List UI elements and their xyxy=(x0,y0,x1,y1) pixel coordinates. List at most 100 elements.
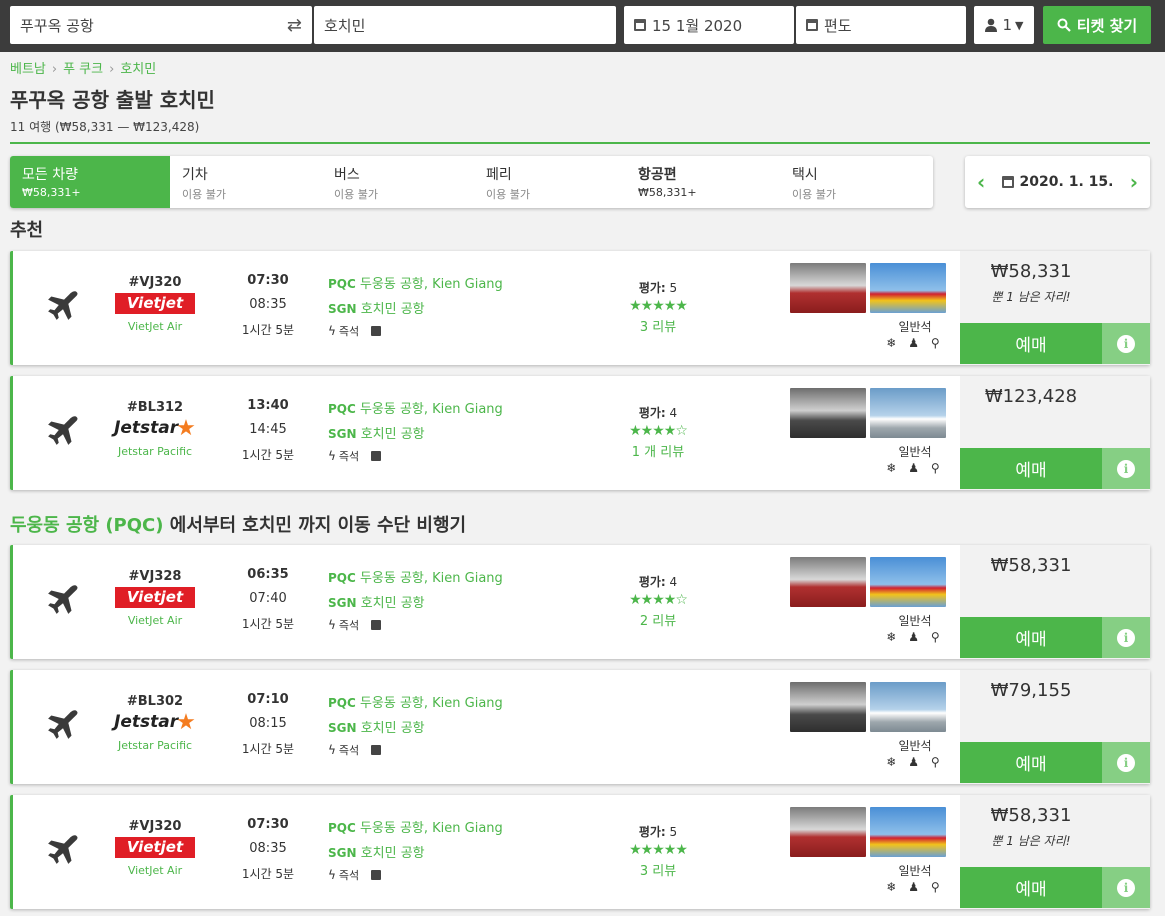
tab-taxi[interactable]: 택시 이용 불가 xyxy=(780,156,933,208)
book-button[interactable]: 예매 xyxy=(960,448,1102,489)
destination-input[interactable]: 호치민 xyxy=(314,6,616,44)
seat-info: 일반석 ❄ ♟ ⚲ xyxy=(875,737,955,769)
origin-row[interactable]: PQC 두웅동 공항, Kien Giang xyxy=(328,398,588,423)
origin-name: 두웅동 공항, Kien Giang xyxy=(359,277,503,292)
find-tickets-label: 티켓 찾기 xyxy=(1076,16,1138,35)
route-info: PQC 두웅동 공항, Kien Giang SGN 호치민 공항 ϟ 즉석 xyxy=(328,273,588,339)
cabin-photo[interactable] xyxy=(790,557,866,607)
tab-flights[interactable]: 항공편 ₩58,331+ xyxy=(626,156,780,208)
carrier-name[interactable]: Jetstar Pacific xyxy=(109,739,201,752)
tab-label: 모든 차량 xyxy=(22,167,78,183)
book-button[interactable]: 예매 xyxy=(960,323,1102,364)
tab-all[interactable]: 모든 차량 ₩58,331+ xyxy=(10,156,170,208)
book-button[interactable]: 예매 xyxy=(960,617,1102,658)
origin-row[interactable]: PQC 두웅동 공항, Kien Giang xyxy=(328,273,588,298)
destination-row[interactable]: SGN 호치민 공항 xyxy=(328,592,588,617)
flight-times: 07:30 08:35 1시간 5분 xyxy=(235,817,301,882)
chevron-right-icon: › xyxy=(109,62,115,77)
swap-icon[interactable]: ⇄ xyxy=(287,15,302,36)
page-title: 푸꾸옥 공항 출발 호치민 xyxy=(10,88,215,112)
flight-card[interactable]: #VJ320 Vietjet Air VietJet Air 07:30 08:… xyxy=(10,795,1150,909)
cabin-photo[interactable] xyxy=(790,807,866,857)
tab-ferry[interactable]: 페리 이용 불가 xyxy=(474,156,626,208)
tab-train[interactable]: 기차 이용 불가 xyxy=(170,156,322,208)
airplane-icon xyxy=(48,291,78,320)
airplane-icon xyxy=(48,835,78,864)
jetstar-logo: Jetstar ★ xyxy=(109,416,201,441)
calendar-icon xyxy=(806,19,818,31)
luggage-icon xyxy=(371,745,382,755)
breadcrumb-item[interactable]: 호치민 xyxy=(120,62,156,77)
aircraft-photo[interactable] xyxy=(870,557,946,607)
luggage-icon xyxy=(371,451,382,461)
destination-row[interactable]: SGN 호치민 공항 xyxy=(328,842,588,867)
carrier-name[interactable]: VietJet Air xyxy=(109,320,201,333)
destination-row[interactable]: SGN 호치민 공항 xyxy=(328,717,588,742)
flight-card[interactable]: #VJ320 Vietjet Air VietJet Air 07:30 08:… xyxy=(10,251,1150,365)
seat-class: 일반석 xyxy=(898,445,932,459)
bolt-icon: ϟ xyxy=(328,743,336,757)
prev-date-icon[interactable]: ‹ xyxy=(977,170,985,194)
flight-times: 06:35 07:40 1시간 5분 xyxy=(235,567,301,632)
destination-row[interactable]: SGN 호치민 공항 xyxy=(328,423,588,448)
logo-text: Vietjet Air xyxy=(115,292,195,331)
rating-value: 4 xyxy=(669,575,678,589)
flight-card[interactable]: #BL312 Jetstar ★ Jetstar Pacific 13:40 14… xyxy=(10,376,1150,490)
current-date[interactable]: 2020. 1. 15. xyxy=(1001,174,1113,190)
carrier-name[interactable]: Jetstar Pacific xyxy=(109,445,201,458)
logo-text: Jetstar ★ xyxy=(114,416,196,441)
cabin-photo[interactable] xyxy=(790,263,866,313)
route-heading-place[interactable]: 두웅동 공항 (PQC) xyxy=(10,515,164,536)
origin-row[interactable]: PQC 두웅동 공항, Kien Giang xyxy=(328,567,588,592)
rating-line: 평가: 4 xyxy=(603,404,713,421)
price-column: ₩58,331 뿐 1 남은 자리! 예매 i xyxy=(960,251,1150,365)
origin-row[interactable]: PQC 두웅동 공항, Kien Giang xyxy=(328,692,588,717)
seats-left: 뿐 1 남은 자리! xyxy=(991,834,1071,848)
date-input[interactable]: 15 1월 2020 xyxy=(624,6,794,44)
route-info: PQC 두웅동 공항, Kien Giang SGN 호치민 공항 ϟ 즉석 xyxy=(328,567,588,633)
departure-time: 06:35 xyxy=(247,567,289,582)
aircraft-photo[interactable] xyxy=(870,682,946,732)
reviews-link[interactable]: 1 개 리뷰 xyxy=(603,441,713,460)
departure-time: 07:30 xyxy=(247,273,289,288)
flight-card[interactable]: #BL302 Jetstar ★ Jetstar Pacific 07:10 08… xyxy=(10,670,1150,784)
search-icon xyxy=(1057,18,1071,32)
duration: 1시간 5분 xyxy=(241,323,295,337)
breadcrumb-item[interactable]: 푸 쿠크 xyxy=(63,62,103,77)
find-tickets-button[interactable]: 티켓 찾기 xyxy=(1043,6,1151,44)
price: ₩123,428 xyxy=(984,386,1078,407)
cabin-photo[interactable] xyxy=(790,388,866,438)
reviews-link[interactable]: 3 리뷰 xyxy=(603,316,713,335)
info-button[interactable]: i xyxy=(1102,867,1150,908)
return-input[interactable]: 편도 xyxy=(796,6,966,44)
origin-input[interactable]: 푸꾸옥 공항 ⇄ xyxy=(10,6,312,44)
cabin-photo[interactable] xyxy=(790,682,866,732)
reviews-link[interactable]: 3 리뷰 xyxy=(603,860,713,879)
tab-bus[interactable]: 버스 이용 불가 xyxy=(322,156,474,208)
rating: 평가: 4 ★★★★☆ 2 리뷰 xyxy=(603,573,713,629)
aircraft-photo[interactable] xyxy=(870,807,946,857)
book-button[interactable]: 예매 xyxy=(960,867,1102,908)
destination-row[interactable]: SGN 호치민 공항 xyxy=(328,298,588,323)
passenger-select[interactable]: 1 ▼ xyxy=(974,6,1034,44)
origin-row[interactable]: PQC 두웅동 공항, Kien Giang xyxy=(328,817,588,842)
next-date-icon[interactable]: › xyxy=(1130,170,1138,194)
origin-code: PQC xyxy=(328,696,356,710)
reviews-link[interactable]: 2 리뷰 xyxy=(603,610,713,629)
carrier-name[interactable]: VietJet Air xyxy=(109,614,201,627)
book-button[interactable]: 예매 xyxy=(960,742,1102,783)
info-button[interactable]: i xyxy=(1102,742,1150,783)
info-button[interactable]: i xyxy=(1102,617,1150,658)
rating-label: 평가: xyxy=(638,406,666,420)
breadcrumb-item[interactable]: 베트남 xyxy=(10,62,46,77)
logo-wordmark: Jetstar xyxy=(114,712,179,732)
calendar-icon xyxy=(634,19,646,31)
info-button[interactable]: i xyxy=(1102,448,1150,489)
logo-text: Jetstar ★ xyxy=(114,710,196,735)
carrier-name[interactable]: VietJet Air xyxy=(109,864,201,877)
info-button[interactable]: i xyxy=(1102,323,1150,364)
flight-card[interactable]: #VJ328 Vietjet Air VietJet Air 06:35 07:… xyxy=(10,545,1150,659)
aircraft-photo[interactable] xyxy=(870,388,946,438)
rating-label: 평가: xyxy=(638,825,666,839)
aircraft-photo[interactable] xyxy=(870,263,946,313)
